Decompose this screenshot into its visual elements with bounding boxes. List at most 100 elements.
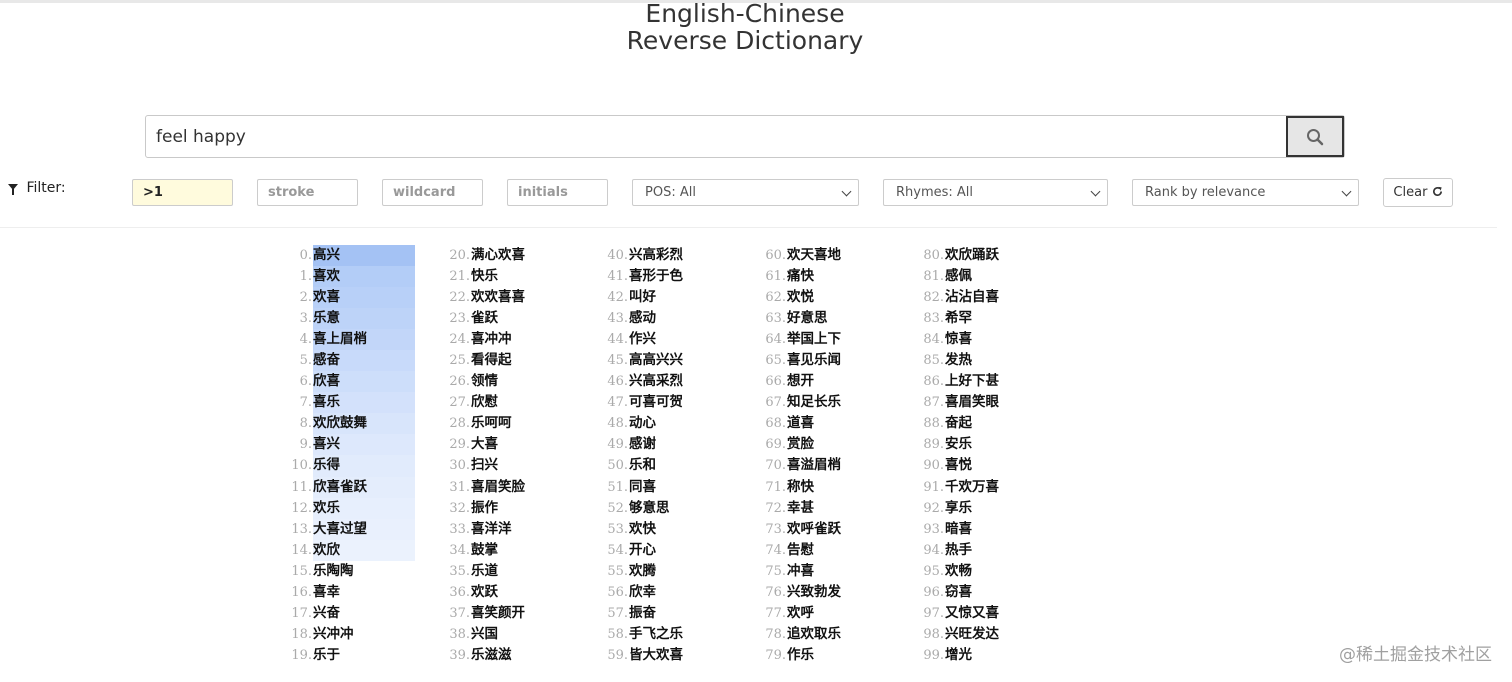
- pos-select[interactable]: POS: All: [632, 179, 859, 206]
- result-word[interactable]: 欢畅: [944, 561, 972, 582]
- result-word[interactable]: 喜上眉梢: [312, 329, 367, 350]
- result-word[interactable]: 又惊又喜: [944, 603, 999, 624]
- result-word[interactable]: 千欢万喜: [944, 477, 999, 498]
- result-item[interactable]: 58.手飞之乐: [606, 624, 683, 645]
- result-word[interactable]: 够意思: [628, 498, 670, 519]
- result-item[interactable]: 91.千欢万喜: [922, 477, 999, 498]
- result-item[interactable]: 8.欢欣鼓舞: [290, 413, 415, 435]
- result-item[interactable]: 62.欢悦: [764, 287, 841, 308]
- result-item[interactable]: 96.窃喜: [922, 582, 999, 603]
- result-item[interactable]: 15.乐陶陶: [290, 561, 367, 582]
- stroke-filter-input[interactable]: stroke: [257, 179, 358, 206]
- result-word[interactable]: 赏脸: [786, 434, 814, 455]
- result-word[interactable]: 喜欢: [312, 266, 340, 287]
- clear-button[interactable]: Clear: [1383, 178, 1453, 207]
- result-word[interactable]: 看得起: [470, 350, 512, 371]
- result-item[interactable]: 51.同喜: [606, 477, 683, 498]
- result-word[interactable]: 手飞之乐: [628, 624, 683, 645]
- result-item[interactable]: 83.希罕: [922, 308, 999, 329]
- result-item[interactable]: 99.增光: [922, 645, 999, 666]
- result-word[interactable]: 乐道: [470, 561, 498, 582]
- result-item[interactable]: 3.乐意: [290, 308, 415, 330]
- result-item[interactable]: 10.乐得: [290, 455, 415, 477]
- result-item[interactable]: 26.领情: [448, 371, 525, 392]
- result-item[interactable]: 92.享乐: [922, 498, 999, 519]
- result-item[interactable]: 28.乐呵呵: [448, 413, 525, 434]
- result-word[interactable]: 乐得: [312, 455, 340, 476]
- result-word[interactable]: 高兴: [312, 245, 340, 266]
- result-word[interactable]: 喜眉笑眼: [944, 392, 999, 413]
- result-item[interactable]: 95.欢畅: [922, 561, 999, 582]
- result-item[interactable]: 44.作兴: [606, 329, 683, 350]
- result-item[interactable]: 16.喜幸: [290, 582, 367, 603]
- result-item[interactable]: 71.称快: [764, 477, 841, 498]
- result-item[interactable]: 23.雀跃: [448, 308, 525, 329]
- result-word[interactable]: 兴高彩烈: [628, 245, 683, 266]
- rhymes-select[interactable]: Rhymes: All: [883, 179, 1108, 206]
- result-item[interactable]: 82.沾沾自喜: [922, 287, 999, 308]
- result-word[interactable]: 扫兴: [470, 455, 498, 476]
- result-word[interactable]: 喜兴: [312, 434, 340, 455]
- result-item[interactable]: 69.赏脸: [764, 434, 841, 455]
- result-item[interactable]: 88.奋起: [922, 413, 999, 434]
- result-word[interactable]: 感奋: [312, 350, 340, 371]
- result-word[interactable]: 雀跃: [470, 308, 498, 329]
- result-word[interactable]: 发热: [944, 350, 972, 371]
- result-item[interactable]: 20.满心欢喜: [448, 245, 525, 266]
- result-word[interactable]: 欢乐: [312, 498, 340, 519]
- result-word[interactable]: 喜乐: [312, 392, 340, 413]
- search-button[interactable]: [1286, 116, 1344, 157]
- result-word[interactable]: 欢欣踊跃: [944, 245, 999, 266]
- result-word[interactable]: 振作: [470, 498, 498, 519]
- result-item[interactable]: 90.喜悦: [922, 455, 999, 476]
- result-word[interactable]: 兴高采烈: [628, 371, 683, 392]
- result-item[interactable]: 34.鼓掌: [448, 540, 525, 561]
- result-item[interactable]: 81.感佩: [922, 266, 999, 287]
- result-item[interactable]: 17.兴奋: [290, 603, 367, 624]
- result-word[interactable]: 喜溢眉梢: [786, 455, 841, 476]
- result-item[interactable]: 9.喜兴: [290, 434, 415, 456]
- result-word[interactable]: 欢快: [628, 519, 656, 540]
- result-word[interactable]: 欢呼: [786, 603, 814, 624]
- result-word[interactable]: 满心欢喜: [470, 245, 525, 266]
- result-word[interactable]: 欣慰: [470, 392, 498, 413]
- result-word[interactable]: 欢腾: [628, 561, 656, 582]
- result-item[interactable]: 56.欣幸: [606, 582, 683, 603]
- result-word[interactable]: 乐意: [312, 308, 340, 329]
- result-item[interactable]: 63.好意思: [764, 308, 841, 329]
- result-word[interactable]: 追欢取乐: [786, 624, 841, 645]
- result-word[interactable]: 喜见乐闻: [786, 350, 841, 371]
- result-item[interactable]: 30.扫兴: [448, 455, 525, 476]
- result-word[interactable]: 惊喜: [944, 329, 972, 350]
- result-item[interactable]: 84.惊喜: [922, 329, 999, 350]
- result-word[interactable]: 乐陶陶: [312, 561, 354, 582]
- result-word[interactable]: 告慰: [786, 540, 814, 561]
- result-item[interactable]: 55.欢腾: [606, 561, 683, 582]
- rank-select[interactable]: Rank by relevance: [1132, 179, 1359, 206]
- result-item[interactable]: 68.道喜: [764, 413, 841, 434]
- result-item[interactable]: 85.发热: [922, 350, 999, 371]
- result-word[interactable]: 沾沾自喜: [944, 287, 999, 308]
- result-item[interactable]: 52.够意思: [606, 498, 683, 519]
- result-word[interactable]: 欢呼雀跃: [786, 519, 841, 540]
- result-word[interactable]: 暗喜: [944, 519, 972, 540]
- result-item[interactable]: 45.高高兴兴: [606, 350, 683, 371]
- result-item[interactable]: 93.暗喜: [922, 519, 999, 540]
- result-word[interactable]: 喜幸: [312, 582, 340, 603]
- result-word[interactable]: 奋起: [944, 413, 972, 434]
- result-word[interactable]: 欢欣鼓舞: [312, 413, 367, 434]
- result-word[interactable]: 开心: [628, 540, 656, 561]
- result-item[interactable]: 31.喜眉笑脸: [448, 477, 525, 498]
- result-word[interactable]: 喜悦: [944, 455, 972, 476]
- result-word[interactable]: 领情: [470, 371, 498, 392]
- result-item[interactable]: 77.欢呼: [764, 603, 841, 624]
- result-item[interactable]: 13.大喜过望: [290, 518, 415, 540]
- result-item[interactable]: 40.兴高彩烈: [606, 245, 683, 266]
- result-item[interactable]: 48.动心: [606, 413, 683, 434]
- result-word[interactable]: 作兴: [628, 329, 656, 350]
- result-item[interactable]: 72.幸甚: [764, 498, 841, 519]
- result-word[interactable]: 喜冲冲: [470, 329, 512, 350]
- result-word[interactable]: 冲喜: [786, 561, 814, 582]
- result-word[interactable]: 好意思: [786, 308, 828, 329]
- result-word[interactable]: 鼓掌: [470, 540, 498, 561]
